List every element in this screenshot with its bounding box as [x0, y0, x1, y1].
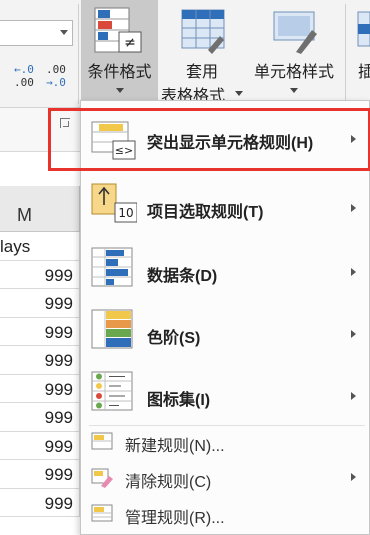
submenu-arrow-icon [351, 330, 356, 338]
icon-sets-icon [91, 371, 133, 411]
svg-text:10: 10 [118, 206, 133, 220]
table-cell[interactable]: 999 [0, 460, 80, 489]
chevron-down-icon [290, 88, 298, 93]
clear-rules-icon [91, 468, 113, 488]
table-cell[interactable]: 999 [0, 260, 80, 289]
svg-text:≠: ≠ [124, 35, 136, 51]
increase-decimal-button[interactable]: ←.0 .00 [14, 64, 34, 88]
manage-rules-icon [91, 504, 113, 522]
submenu-arrow-icon [351, 392, 356, 400]
menu-item-clear-rules[interactable]: 清除规则(C) [81, 459, 369, 495]
table-cell[interactable]: 999 [0, 346, 80, 375]
conditional-formatting-icon: ≠ [94, 7, 142, 53]
cell-styles-button[interactable]: 单元格样式 [246, 0, 342, 106]
dialog-launcher-icon[interactable] [60, 118, 70, 128]
table-cell[interactable]: 999 [0, 374, 80, 403]
group-divider [78, 4, 79, 104]
decrease-decimal-button[interactable]: .00 →.0 [46, 64, 66, 88]
highlight-cells-rules-icon: ≤> [91, 121, 136, 160]
svg-text:≤>: ≤> [115, 144, 133, 157]
chevron-down-icon [60, 30, 68, 35]
table-cell[interactable]: 999 [0, 488, 80, 517]
submenu-arrow-icon [351, 204, 356, 212]
column-header-m[interactable]: M [0, 186, 80, 232]
submenu-arrow-icon [351, 135, 356, 143]
insert-cells-icon [357, 11, 370, 47]
menu-item-top-bottom-rules[interactable]: 10 项目选取规则(T) [81, 171, 369, 233]
chevron-down-icon [235, 91, 243, 96]
table-cell[interactable]: 999 [0, 403, 80, 432]
cell-styles-icon [273, 11, 317, 54]
ribbon: ←.0 .00 .00 →.0 ≠ 条件格式 套用 表格格式 单元格样式 插 [0, 0, 370, 108]
number-format-dropdown[interactable] [0, 20, 73, 46]
data-bars-icon [91, 247, 133, 287]
new-rule-icon [91, 432, 113, 450]
table-cell[interactable]: 999 [0, 289, 80, 318]
top-bottom-rules-icon: 10 [91, 183, 137, 223]
group-divider [345, 4, 346, 104]
table-cell[interactable]: 999 [0, 317, 80, 346]
table-cell[interactable]: lays [0, 232, 80, 261]
conditional-formatting-button[interactable]: ≠ 条件格式 [81, 0, 158, 106]
insert-button[interactable]: 插 [350, 0, 370, 106]
format-as-table-button[interactable]: 套用 表格格式 [161, 0, 243, 106]
table-cell[interactable]: 999 [0, 431, 80, 460]
menu-item-color-scales[interactable]: 色阶(S) [81, 297, 369, 359]
menu-item-data-bars[interactable]: 数据条(D) [81, 235, 369, 297]
submenu-arrow-icon [351, 268, 356, 276]
conditional-formatting-menu: ≤> 突出显示单元格规则(H) 10 项目选取规则(T) 数据条(D) 色阶(S… [80, 100, 370, 535]
menu-item-manage-rules[interactable]: 管理规则(R)... [81, 495, 369, 531]
menu-item-icon-sets[interactable]: 图标集(I) [81, 359, 369, 421]
color-scales-icon [91, 309, 133, 349]
submenu-arrow-icon [351, 473, 356, 481]
cell-grid: lays 999 999 999 999 999 999 999 999 999 [0, 232, 80, 517]
menu-item-highlight-cells-rules[interactable]: ≤> 突出显示单元格规则(H) [81, 109, 369, 171]
format-as-table-icon [181, 9, 225, 54]
menu-item-new-rule[interactable]: 新建规则(N)... [81, 423, 369, 459]
chevron-down-icon [116, 88, 124, 93]
